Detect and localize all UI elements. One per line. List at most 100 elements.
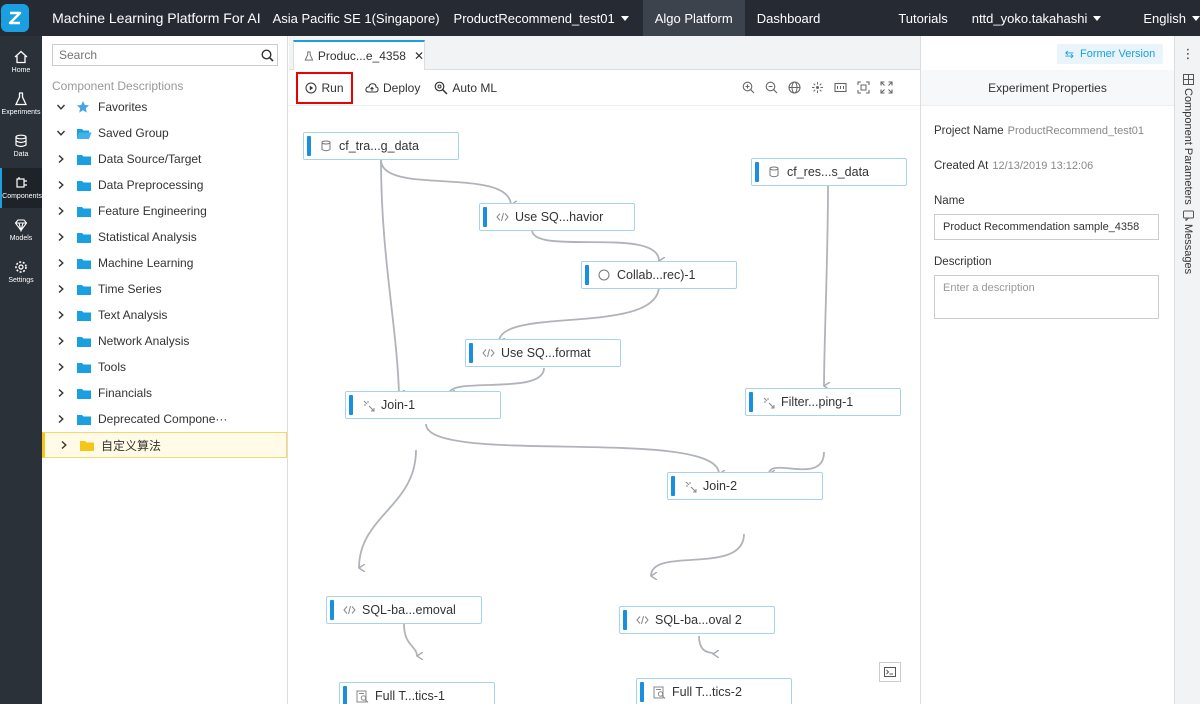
globe-icon[interactable] bbox=[787, 80, 802, 95]
tree-item[interactable]: Tools bbox=[42, 354, 287, 380]
logo-icon bbox=[1, 4, 30, 32]
console-button[interactable] bbox=[879, 662, 901, 682]
star-icon bbox=[76, 100, 92, 114]
edge bbox=[824, 185, 828, 386]
experiment-tab[interactable]: Produc...e_4358 ✕ bbox=[293, 40, 425, 70]
terminal-icon bbox=[884, 667, 896, 677]
fit-view-icon[interactable] bbox=[856, 80, 871, 95]
auto-ml-button[interactable]: Auto ML bbox=[434, 81, 497, 95]
tree-item[interactable]: Financials bbox=[42, 380, 287, 406]
edge bbox=[531, 229, 659, 261]
tutorials-link[interactable]: Tutorials bbox=[898, 0, 947, 36]
node-full-table-statistics-2[interactable]: Full T...tics-2 bbox=[636, 678, 792, 704]
nav-experiments-label: Experiments bbox=[1, 109, 41, 116]
component-tree: Favorites Saved Group Data Source/Target Da… bbox=[42, 94, 287, 458]
tree-item-label: Deprecated Compone··· bbox=[98, 412, 228, 426]
experiment-tab-label: Produc...e_4358 bbox=[317, 49, 406, 63]
join-icon bbox=[761, 395, 775, 409]
chevron-right-icon[interactable] bbox=[54, 204, 68, 218]
node-full-table-statistics-1[interactable]: Full T...tics-1 bbox=[339, 682, 495, 704]
zoom-in-icon[interactable] bbox=[741, 80, 756, 95]
chevron-right-icon[interactable] bbox=[54, 178, 68, 192]
auto-layout-icon[interactable] bbox=[810, 80, 825, 95]
nav-experiments[interactable]: Experiments bbox=[0, 84, 42, 124]
message-icon bbox=[1182, 210, 1194, 221]
node-collaborative-filtering[interactable]: Collab...rec)-1 bbox=[581, 261, 737, 289]
chevron-down-icon[interactable] bbox=[54, 100, 68, 114]
language-selector[interactable]: English bbox=[1143, 0, 1200, 36]
nav-algo-platform[interactable]: Algo Platform bbox=[642, 0, 745, 36]
node-sql-based-removal-2[interactable]: SQL-ba...oval 2 bbox=[619, 606, 775, 634]
deploy-button[interactable]: Deploy bbox=[365, 81, 420, 95]
tree-item[interactable]: Favorites bbox=[42, 94, 287, 120]
name-input[interactable] bbox=[934, 214, 1159, 240]
project-label: ProductRecommend_test01 bbox=[453, 10, 615, 26]
database-icon bbox=[15, 134, 27, 148]
chevron-right-icon[interactable] bbox=[54, 308, 68, 322]
node-use-sql-behavior[interactable]: Use SQ...havior bbox=[479, 203, 635, 231]
chevron-right-icon[interactable] bbox=[54, 282, 68, 296]
tab-messages[interactable]: Messages bbox=[1178, 210, 1198, 274]
app-logo[interactable] bbox=[0, 0, 30, 36]
edge bbox=[499, 285, 660, 342]
tree-item[interactable]: Data Source/Target bbox=[42, 146, 287, 172]
tree-item[interactable]: Deprecated Compone··· bbox=[42, 406, 287, 432]
user-menu[interactable]: nttd_yoko.takahashi bbox=[972, 0, 1102, 36]
close-icon[interactable]: ✕ bbox=[414, 49, 424, 63]
nav-settings[interactable]: Settings bbox=[0, 252, 42, 292]
more-icon[interactable]: ⋮ bbox=[1175, 44, 1200, 64]
tree-item[interactable]: Machine Learning bbox=[42, 250, 287, 276]
region-selector[interactable]: Asia Pacific SE 1(Singapore) bbox=[273, 0, 440, 36]
minimap-icon[interactable] bbox=[833, 80, 848, 95]
chevron-right-icon[interactable] bbox=[54, 412, 68, 426]
nav-data[interactable]: Data bbox=[0, 126, 42, 166]
node-cf-training-data[interactable]: cf_tra...g_data bbox=[303, 132, 459, 160]
nav-dashboard[interactable]: Dashboard bbox=[745, 0, 821, 36]
chevron-right-icon[interactable] bbox=[54, 152, 68, 166]
tree-item-label: Time Series bbox=[98, 282, 162, 296]
tree-item[interactable]: 自定义算法 bbox=[42, 432, 287, 458]
description-input[interactable] bbox=[934, 275, 1159, 319]
node-label: Full T...tics-2 bbox=[672, 685, 742, 699]
node-sql-based-removal[interactable]: SQL-ba...emoval bbox=[326, 596, 482, 624]
nav-home[interactable]: Home bbox=[0, 42, 42, 82]
tree-item[interactable]: Statistical Analysis bbox=[42, 224, 287, 250]
nav-models[interactable]: Models bbox=[0, 210, 42, 250]
tree-item[interactable]: Data Preprocessing bbox=[42, 172, 287, 198]
nav-data-label: Data bbox=[13, 151, 29, 158]
chevron-right-icon[interactable] bbox=[57, 438, 71, 452]
search-input[interactable] bbox=[53, 48, 257, 62]
node-status-bar bbox=[469, 343, 473, 363]
tree-item[interactable]: Time Series bbox=[42, 276, 287, 302]
node-use-sql-format[interactable]: Use SQ...format bbox=[465, 339, 621, 367]
chevron-right-icon[interactable] bbox=[54, 334, 68, 348]
tree-item[interactable]: Feature Engineering bbox=[42, 198, 287, 224]
folder-icon bbox=[76, 178, 92, 192]
experiment-canvas[interactable]: cf_tra...g_data Use SQ...havior Collab..… bbox=[289, 106, 920, 704]
former-version-button[interactable]: ⇆ Former Version bbox=[1057, 44, 1163, 64]
node-cf-result-data[interactable]: cf_res...s_data bbox=[751, 158, 907, 186]
chevron-right-icon[interactable] bbox=[54, 256, 68, 270]
tree-item-label: Favorites bbox=[98, 100, 148, 114]
project-name-value: ProductRecommend_test01 bbox=[1007, 125, 1145, 137]
chevron-right-icon[interactable] bbox=[54, 386, 68, 400]
project-selector[interactable]: ProductRecommend_test01 bbox=[454, 0, 629, 36]
tree-item[interactable]: Network Analysis bbox=[42, 328, 287, 354]
node-filter-mapping[interactable]: Filter...ping-1 bbox=[745, 388, 901, 416]
search-icon[interactable] bbox=[257, 45, 277, 65]
nav-components[interactable]: Components bbox=[0, 168, 42, 208]
chevron-right-icon[interactable] bbox=[54, 360, 68, 374]
chevron-right-icon[interactable] bbox=[54, 230, 68, 244]
node-join-1[interactable]: Join-1 bbox=[345, 391, 501, 419]
zoom-out-icon[interactable] bbox=[764, 80, 779, 95]
chevron-down-icon[interactable] bbox=[54, 126, 68, 140]
tree-item[interactable]: Saved Group bbox=[42, 120, 287, 146]
fullscreen-icon[interactable] bbox=[879, 80, 894, 95]
run-button[interactable]: Run bbox=[296, 72, 353, 104]
node-join-2[interactable]: Join-2 bbox=[667, 472, 823, 500]
grid-icon bbox=[1182, 74, 1194, 85]
node-label: cf_res...s_data bbox=[787, 165, 869, 179]
tree-item[interactable]: Text Analysis bbox=[42, 302, 287, 328]
tab-component-parameters[interactable]: Component Parameters bbox=[1178, 74, 1198, 205]
folder-icon bbox=[76, 230, 92, 244]
